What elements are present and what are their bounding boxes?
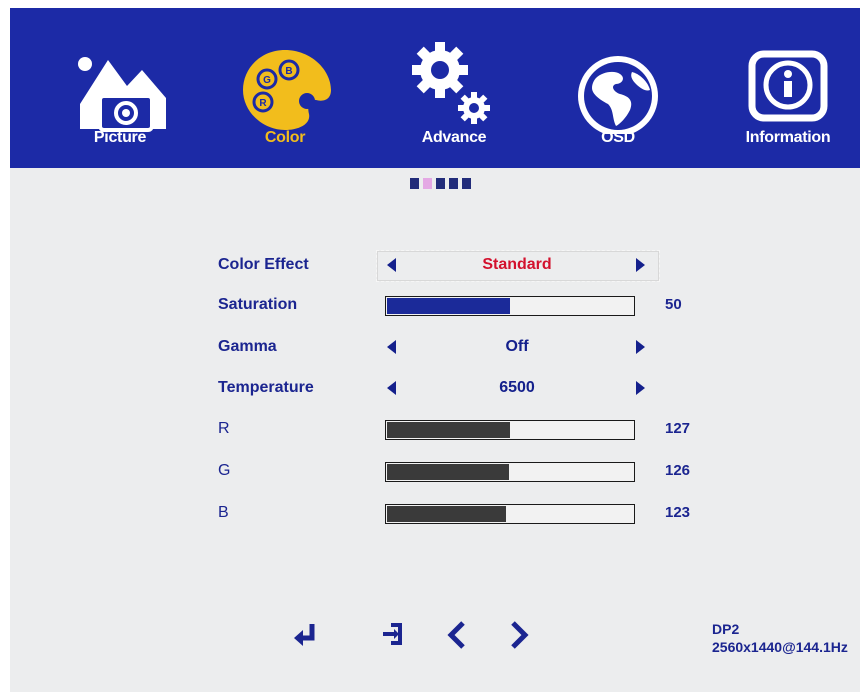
setting-label: Saturation xyxy=(218,296,298,313)
tab-label: Color xyxy=(264,129,306,146)
setting-label: Gamma xyxy=(218,338,277,355)
right-arrow-icon[interactable] xyxy=(636,340,645,354)
page-dot xyxy=(462,178,471,189)
enter-icon[interactable] xyxy=(292,620,318,648)
input-resolution: 2560x1440@144.1Hz xyxy=(712,639,848,655)
exit-icon[interactable] xyxy=(380,620,404,648)
osd-screen: Picture B G R Color Advance OSD Informat… xyxy=(10,8,860,692)
right-arrow-icon[interactable] xyxy=(636,381,645,395)
slider-fill xyxy=(387,298,510,314)
picture-icon xyxy=(78,57,166,132)
gears-icon xyxy=(412,42,490,124)
saturation-row[interactable]: Saturation 50 xyxy=(10,290,860,322)
page-dot xyxy=(449,178,458,189)
tab-picture[interactable]: Picture xyxy=(60,8,180,168)
page-dot xyxy=(410,178,419,189)
temperature-row[interactable]: Temperature 6500 xyxy=(10,373,860,405)
tab-label: OSD xyxy=(601,129,635,146)
red-row[interactable]: R 127 xyxy=(10,414,860,446)
slider-fill xyxy=(387,506,506,522)
slider-fill xyxy=(387,422,510,438)
page-dot-active xyxy=(423,178,432,189)
palette-letter-r: R xyxy=(259,98,267,109)
color-effect-row[interactable]: Color Effect Standard xyxy=(10,250,860,282)
red-value: 127 xyxy=(665,420,691,437)
tab-label: Information xyxy=(745,129,831,146)
green-row[interactable]: G 126 xyxy=(10,456,860,488)
setting-label: G xyxy=(218,462,231,479)
setting-label: Color Effect xyxy=(218,256,309,273)
info-icon xyxy=(748,50,828,122)
left-nav-icon[interactable] xyxy=(446,620,468,650)
color-effect-value: Standard xyxy=(482,256,552,273)
saturation-value: 50 xyxy=(665,296,682,313)
right-arrow-icon[interactable] xyxy=(636,258,645,272)
right-nav-icon[interactable] xyxy=(508,620,530,650)
page-dot xyxy=(436,178,445,189)
tab-osd[interactable]: OSD xyxy=(558,8,678,168)
setting-label: B xyxy=(218,504,229,521)
green-value: 126 xyxy=(665,462,691,479)
gamma-value: Off xyxy=(505,338,529,355)
setting-label: R xyxy=(218,420,230,437)
palette-icon: B G R xyxy=(243,50,331,130)
palette-letter-b: B xyxy=(285,66,292,77)
menu-tab-bar: Picture B G R Color Advance OSD Informat… xyxy=(10,8,860,168)
setting-label: Temperature xyxy=(218,379,314,396)
tab-color[interactable]: B G R Color xyxy=(225,8,345,168)
input-source-info: DP2 2560x1440@144.1Hz xyxy=(712,620,848,656)
blue-row[interactable]: B 123 xyxy=(10,498,860,530)
slider-fill xyxy=(387,464,509,480)
tab-information[interactable]: Information xyxy=(728,8,848,168)
page-indicator xyxy=(410,176,475,189)
blue-value: 123 xyxy=(665,504,691,521)
red-slider[interactable] xyxy=(385,420,635,440)
blue-slider[interactable] xyxy=(385,504,635,524)
globe-icon xyxy=(578,56,658,134)
green-slider[interactable] xyxy=(385,462,635,482)
tab-advance[interactable]: Advance xyxy=(394,8,514,168)
saturation-slider[interactable] xyxy=(385,296,635,316)
input-name: DP2 xyxy=(712,621,740,637)
tab-label: Advance xyxy=(421,129,487,146)
temperature-value: 6500 xyxy=(499,379,535,396)
tab-label: Picture xyxy=(93,129,147,146)
palette-letter-g: G xyxy=(263,75,271,86)
gamma-row[interactable]: Gamma Off xyxy=(10,332,860,364)
